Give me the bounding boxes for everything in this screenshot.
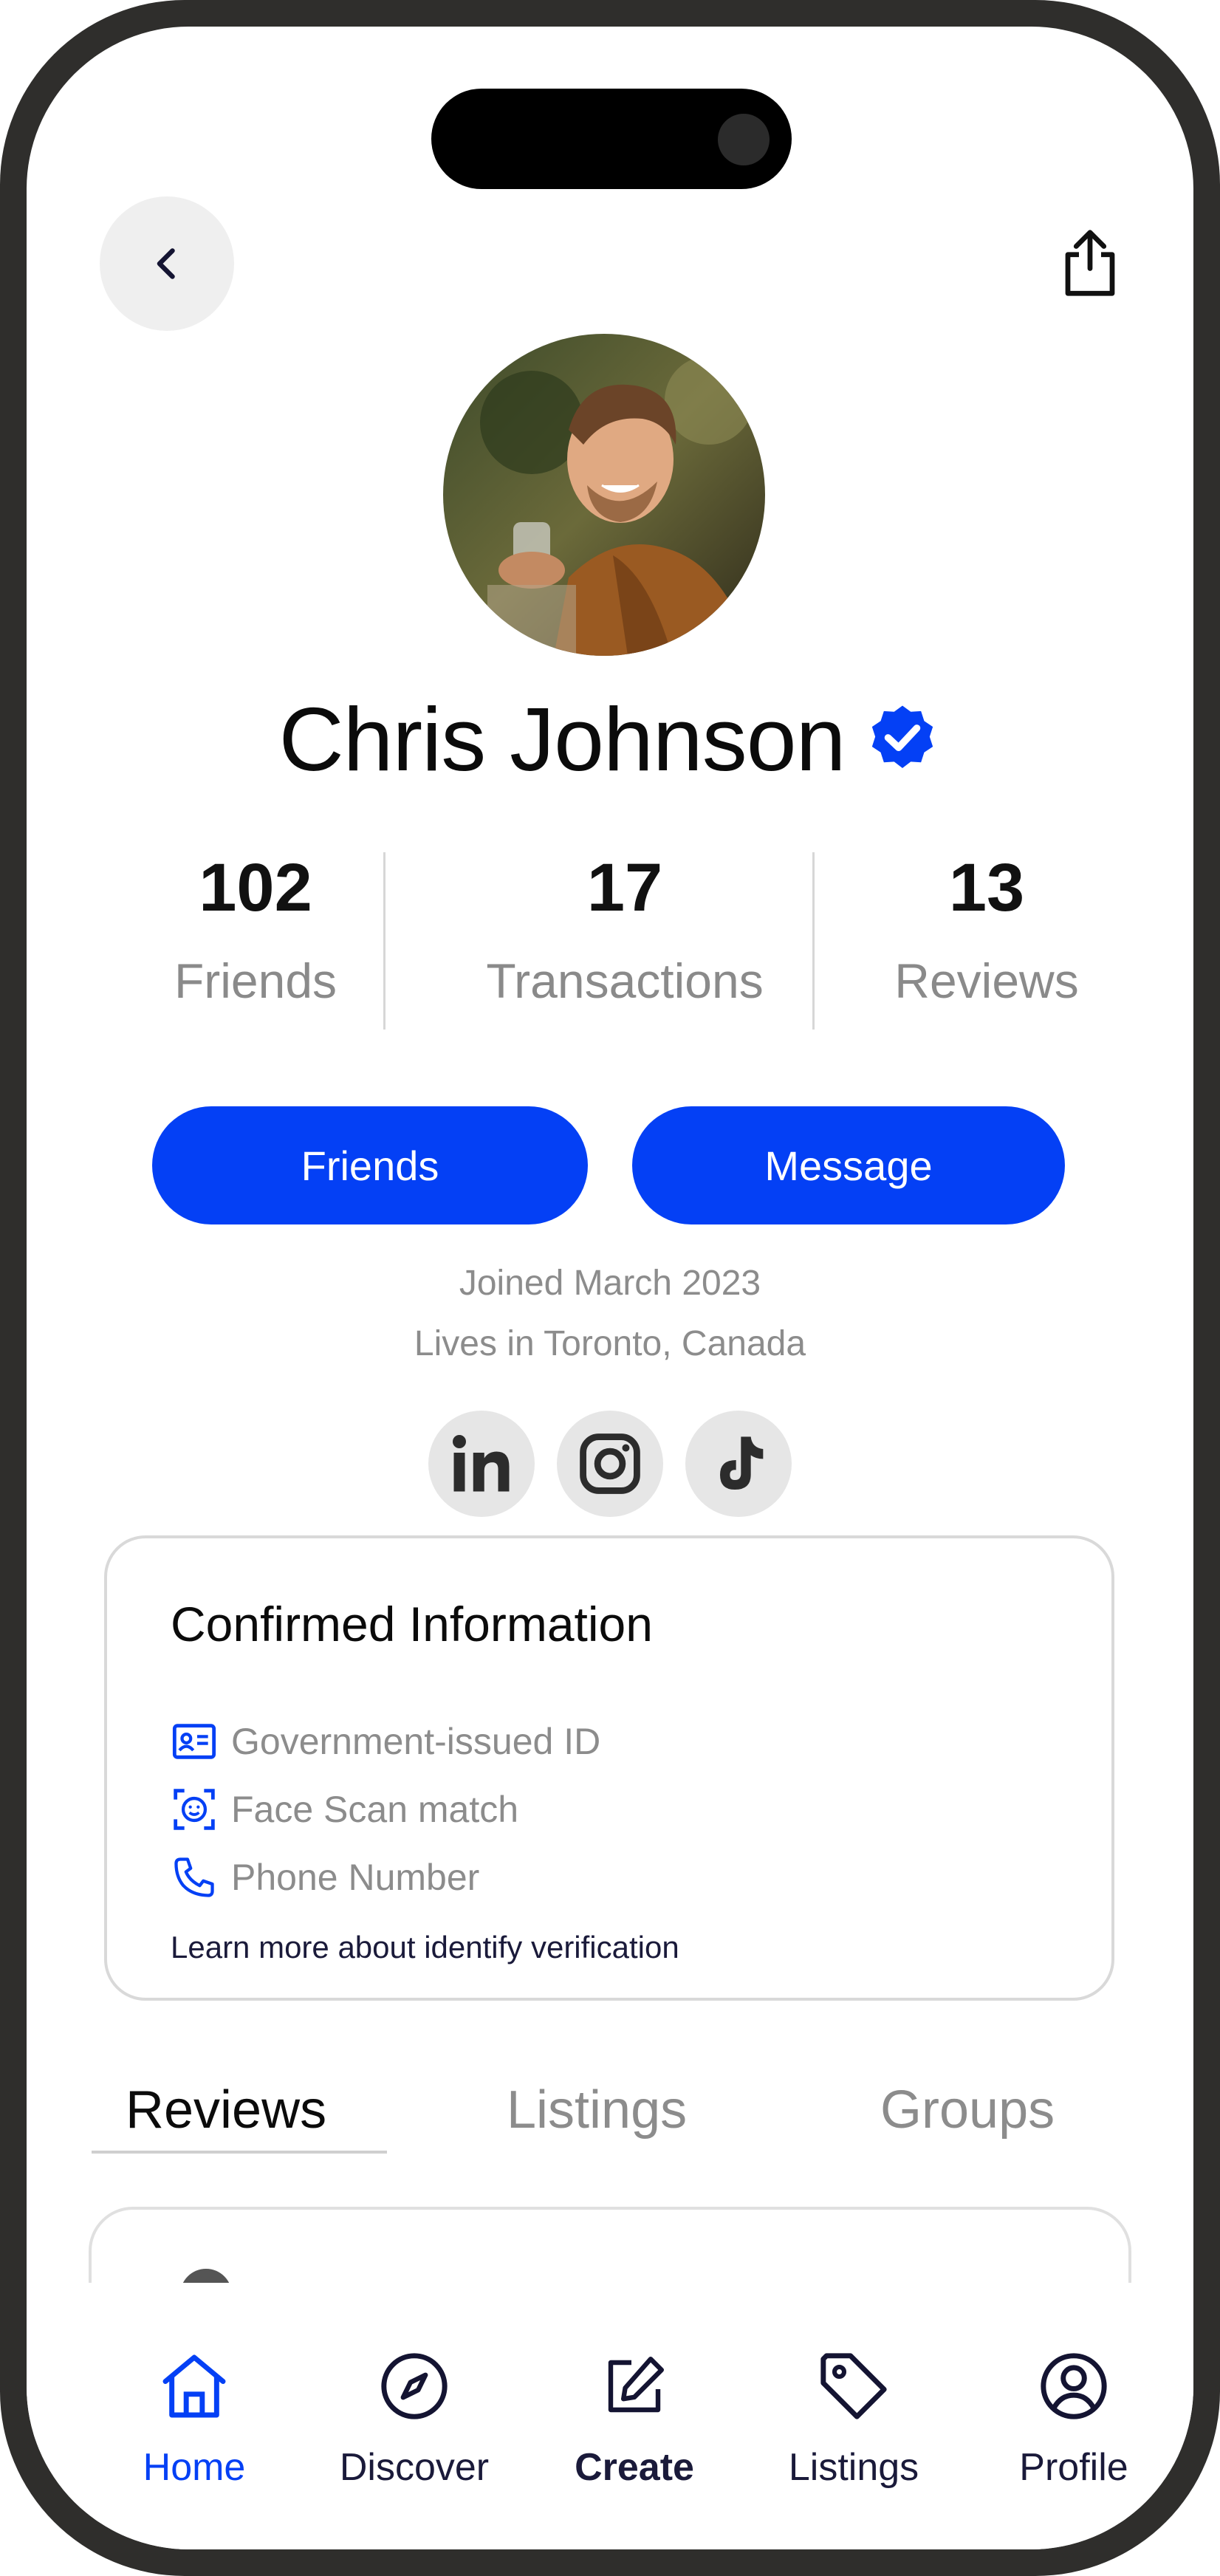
phone-icon [174, 1857, 214, 1897]
id-card-icon [172, 1724, 216, 1759]
nav-profile[interactable]: Profile [978, 2342, 1170, 2490]
dynamic-island [431, 89, 792, 189]
tiktok-button[interactable] [685, 1411, 792, 1517]
nav-label: Listings [788, 2446, 919, 2489]
learn-more-link[interactable]: Learn more about identify verification [171, 1930, 679, 1965]
avatar [443, 334, 765, 656]
confirmed-item-label: Face Scan match [231, 1789, 519, 1830]
tag-icon [820, 2353, 887, 2419]
tab-listings[interactable]: Listings [507, 2080, 687, 2140]
confirmed-info-card: Confirmed Information Government-issued … [104, 1535, 1114, 2001]
user-circle-icon [1041, 2353, 1107, 2419]
message-button[interactable]: Message [632, 1106, 1065, 1224]
nav-label: Create [575, 2446, 694, 2489]
nav-home[interactable]: Home [98, 2342, 290, 2490]
stat-divider [383, 852, 385, 1030]
chevron-left-icon [157, 248, 175, 279]
nav-label: Discover [339, 2446, 490, 2489]
back-button[interactable] [100, 196, 234, 331]
home-icon [162, 2354, 226, 2418]
profile-name: Chris Johnson [278, 689, 846, 789]
confirmed-item-face: Face Scan match [171, 1784, 518, 1835]
stat-transactions[interactable]: 17 Transactions [425, 854, 824, 1038]
screen: Chris Johnson 102 Friends 17 Transaction… [27, 27, 1193, 2549]
joined-date: Joined March 2023 [459, 1264, 761, 1303]
verified-badge-icon [872, 705, 933, 768]
instagram-button[interactable] [557, 1411, 663, 1517]
confirmed-item-label: Government-issued ID [231, 1721, 601, 1762]
stat-value: 102 [199, 850, 312, 925]
tab-reviews[interactable]: Reviews [126, 2080, 326, 2140]
friends-button[interactable]: Friends [152, 1106, 588, 1224]
linkedin-icon [453, 1435, 510, 1492]
camera-dot [718, 114, 770, 165]
device-frame: Chris Johnson 102 Friends 17 Transaction… [0, 0, 1220, 2576]
stat-value: 17 [586, 850, 663, 925]
linkedin-button[interactable] [428, 1411, 535, 1517]
stat-reviews[interactable]: 13 Reviews [854, 854, 1120, 1038]
stat-label: Reviews [894, 953, 1079, 1008]
nav-label: Home [143, 2446, 246, 2489]
active-tab-indicator [92, 2151, 387, 2154]
nav-label: Profile [1019, 2446, 1128, 2489]
stat-divider [812, 852, 815, 1030]
card-title: Confirmed Information [171, 1597, 653, 1651]
confirmed-item-id: Government-issued ID [171, 1716, 600, 1767]
share-button[interactable] [1053, 219, 1127, 307]
stat-friends[interactable]: 102 Friends [130, 854, 381, 1038]
name-row: Chris Johnson [27, 688, 1193, 791]
tiktok-icon [720, 1436, 764, 1490]
stat-value: 13 [948, 850, 1025, 925]
share-icon [1065, 230, 1115, 296]
nav-create[interactable]: Create [538, 2342, 730, 2490]
tab-groups[interactable]: Groups [880, 2080, 1055, 2140]
nav-listings[interactable]: Listings [758, 2342, 950, 2490]
confirmed-item-phone: Phone Number [171, 1852, 479, 1903]
location: Lives in Toronto, Canada [414, 1324, 806, 1363]
compass-icon [381, 2353, 448, 2419]
stat-label: Transactions [486, 953, 764, 1008]
face-scan-icon [174, 1789, 215, 1830]
instagram-icon [580, 1433, 640, 1494]
nav-discover[interactable]: Discover [318, 2342, 510, 2490]
stat-label: Friends [174, 953, 337, 1008]
bottom-nav: Home Discover Create Listings Profile [27, 2283, 1193, 2549]
confirmed-item-label: Phone Number [231, 1857, 480, 1898]
edit-icon [608, 2357, 664, 2413]
